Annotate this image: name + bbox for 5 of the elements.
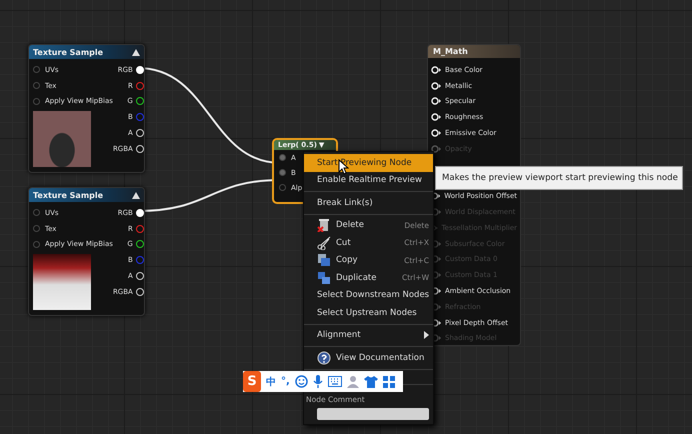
- node-title: Texture Sample: [33, 48, 104, 56]
- logo: S: [243, 371, 261, 392]
- tooltip: Makes the preview viewport start previewing this node: [435, 166, 683, 190]
- node-title: Texture Sample: [33, 190, 104, 200]
- node-title: M_Math: [433, 47, 468, 56]
